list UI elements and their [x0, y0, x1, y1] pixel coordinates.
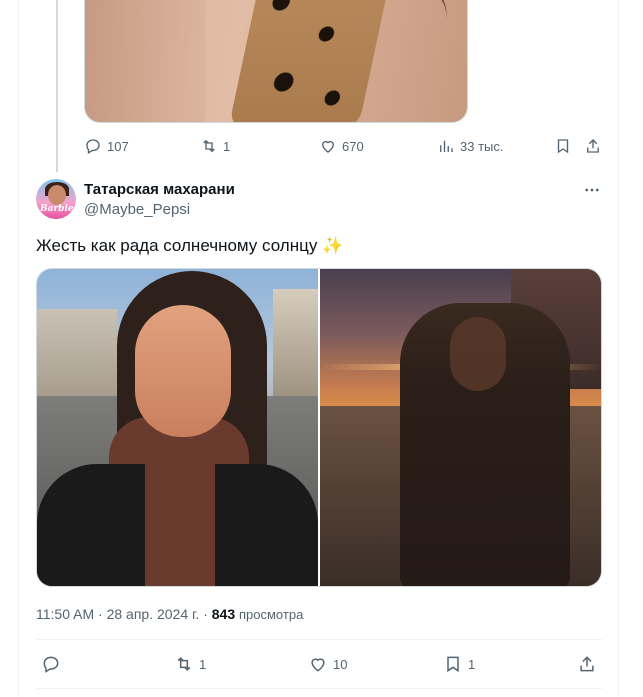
- heart-icon: [311, 658, 325, 672]
- like-button[interactable]: 10: [308, 654, 347, 674]
- repost-icon: [177, 657, 191, 671]
- sparkles-emoji: ✨: [322, 236, 344, 255]
- tweet-date[interactable]: 28 апр. 2024 г.: [107, 606, 200, 622]
- reply-icon: [43, 656, 59, 673]
- author-name[interactable]: Татарская махарани: [84, 181, 235, 198]
- share-icon: [580, 656, 594, 672]
- tweet-text: Жесть как рада солнечному солнцу ✨: [36, 236, 343, 256]
- bookmark-icon: [447, 656, 459, 673]
- previous-tweet-photo[interactable]: [84, 0, 468, 123]
- repost-button[interactable]: 1: [174, 654, 206, 674]
- more-dots-icon: [585, 188, 599, 192]
- tweet-text-body: Жесть как рада солнечному солнцу: [36, 236, 318, 255]
- like-count: 670: [342, 138, 364, 154]
- share-button[interactable]: [577, 654, 597, 674]
- repost-icon: [203, 139, 215, 153]
- author-handle[interactable]: @Maybe_Pepsi: [84, 201, 190, 218]
- bookmark-button[interactable]: 1: [443, 654, 475, 674]
- bookmark-count: 1: [468, 656, 476, 672]
- share-button[interactable]: [584, 136, 602, 156]
- bookmark-icon: [557, 139, 569, 154]
- tweet-time[interactable]: 11:50 AM: [36, 606, 94, 622]
- timestamp-separator-2: ·: [203, 606, 208, 622]
- tweet-media: [36, 268, 602, 587]
- tweet-views-count: 843: [211, 606, 236, 622]
- views-button[interactable]: 33 тыс.: [437, 136, 503, 156]
- timestamp-separator: ·: [98, 606, 103, 622]
- reply-count: 107: [107, 138, 129, 154]
- column-border-right: [618, 0, 619, 697]
- views-count: 33 тыс.: [460, 138, 504, 154]
- divider: [36, 639, 602, 640]
- reply-icon: [86, 139, 100, 154]
- like-count: 10: [333, 656, 348, 672]
- share-icon: [587, 139, 599, 153]
- like-button[interactable]: 670: [319, 136, 364, 156]
- views-chart-icon: [440, 140, 453, 152]
- tweet-actions: 1 10 1: [36, 654, 602, 676]
- column-border-left: [18, 0, 19, 697]
- tweet-photo-1[interactable]: [37, 269, 318, 586]
- reply-button[interactable]: 107: [84, 136, 129, 156]
- divider: [36, 688, 602, 689]
- bookmark-button[interactable]: [554, 136, 572, 156]
- more-button[interactable]: [582, 180, 602, 200]
- tweet-timestamp: 11:50 AM · 28 апр. 2024 г. · 843 просмот…: [36, 606, 303, 622]
- reply-button[interactable]: [41, 654, 61, 674]
- tweet-photo-2[interactable]: [320, 269, 601, 586]
- avatar-logo-text: Barbie: [40, 204, 74, 214]
- repost-count: 1: [223, 138, 231, 154]
- repost-count: 1: [199, 656, 207, 672]
- heart-icon: [322, 140, 334, 153]
- thread-line: [56, 0, 58, 172]
- avatar[interactable]: Barbie: [36, 179, 76, 219]
- previous-tweet-actions: 107 1 670 33 тыс.: [84, 136, 604, 156]
- repost-button[interactable]: 1: [200, 136, 230, 156]
- tweet-views-label: просмотра: [239, 607, 304, 622]
